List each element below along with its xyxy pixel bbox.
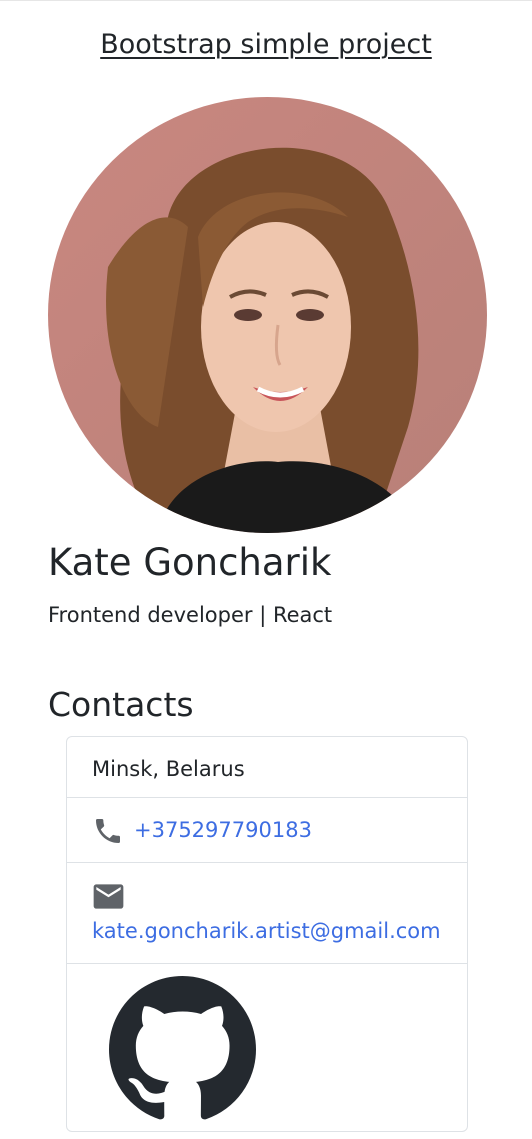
- phone-link[interactable]: +375297790183: [134, 815, 312, 845]
- avatar: [48, 97, 487, 533]
- contacts-heading: Contacts: [48, 685, 194, 724]
- github-icon[interactable]: [109, 976, 256, 1127]
- email-link[interactable]: kate.goncharik.artist@gmail.com: [92, 916, 467, 946]
- mail-icon: [92, 883, 125, 910]
- phone-icon: [92, 815, 124, 847]
- portrait-image: [48, 97, 487, 533]
- list-item-email: kate.goncharik.artist@gmail.com: [67, 863, 467, 964]
- list-item-location: Minsk, Belarus: [67, 737, 467, 798]
- list-item-github: [67, 964, 467, 1131]
- contacts-list: Minsk, Belarus +375297790183 kate.goncha…: [66, 736, 468, 1132]
- profile-role: Frontend developer | React: [48, 603, 333, 627]
- top-divider: [0, 0, 532, 1]
- profile-name: Kate Goncharik: [48, 541, 332, 584]
- site-title-link[interactable]: Bootstrap simple project: [0, 26, 532, 64]
- location-text: Minsk, Belarus: [92, 757, 245, 781]
- list-item-phone: +375297790183: [67, 798, 467, 863]
